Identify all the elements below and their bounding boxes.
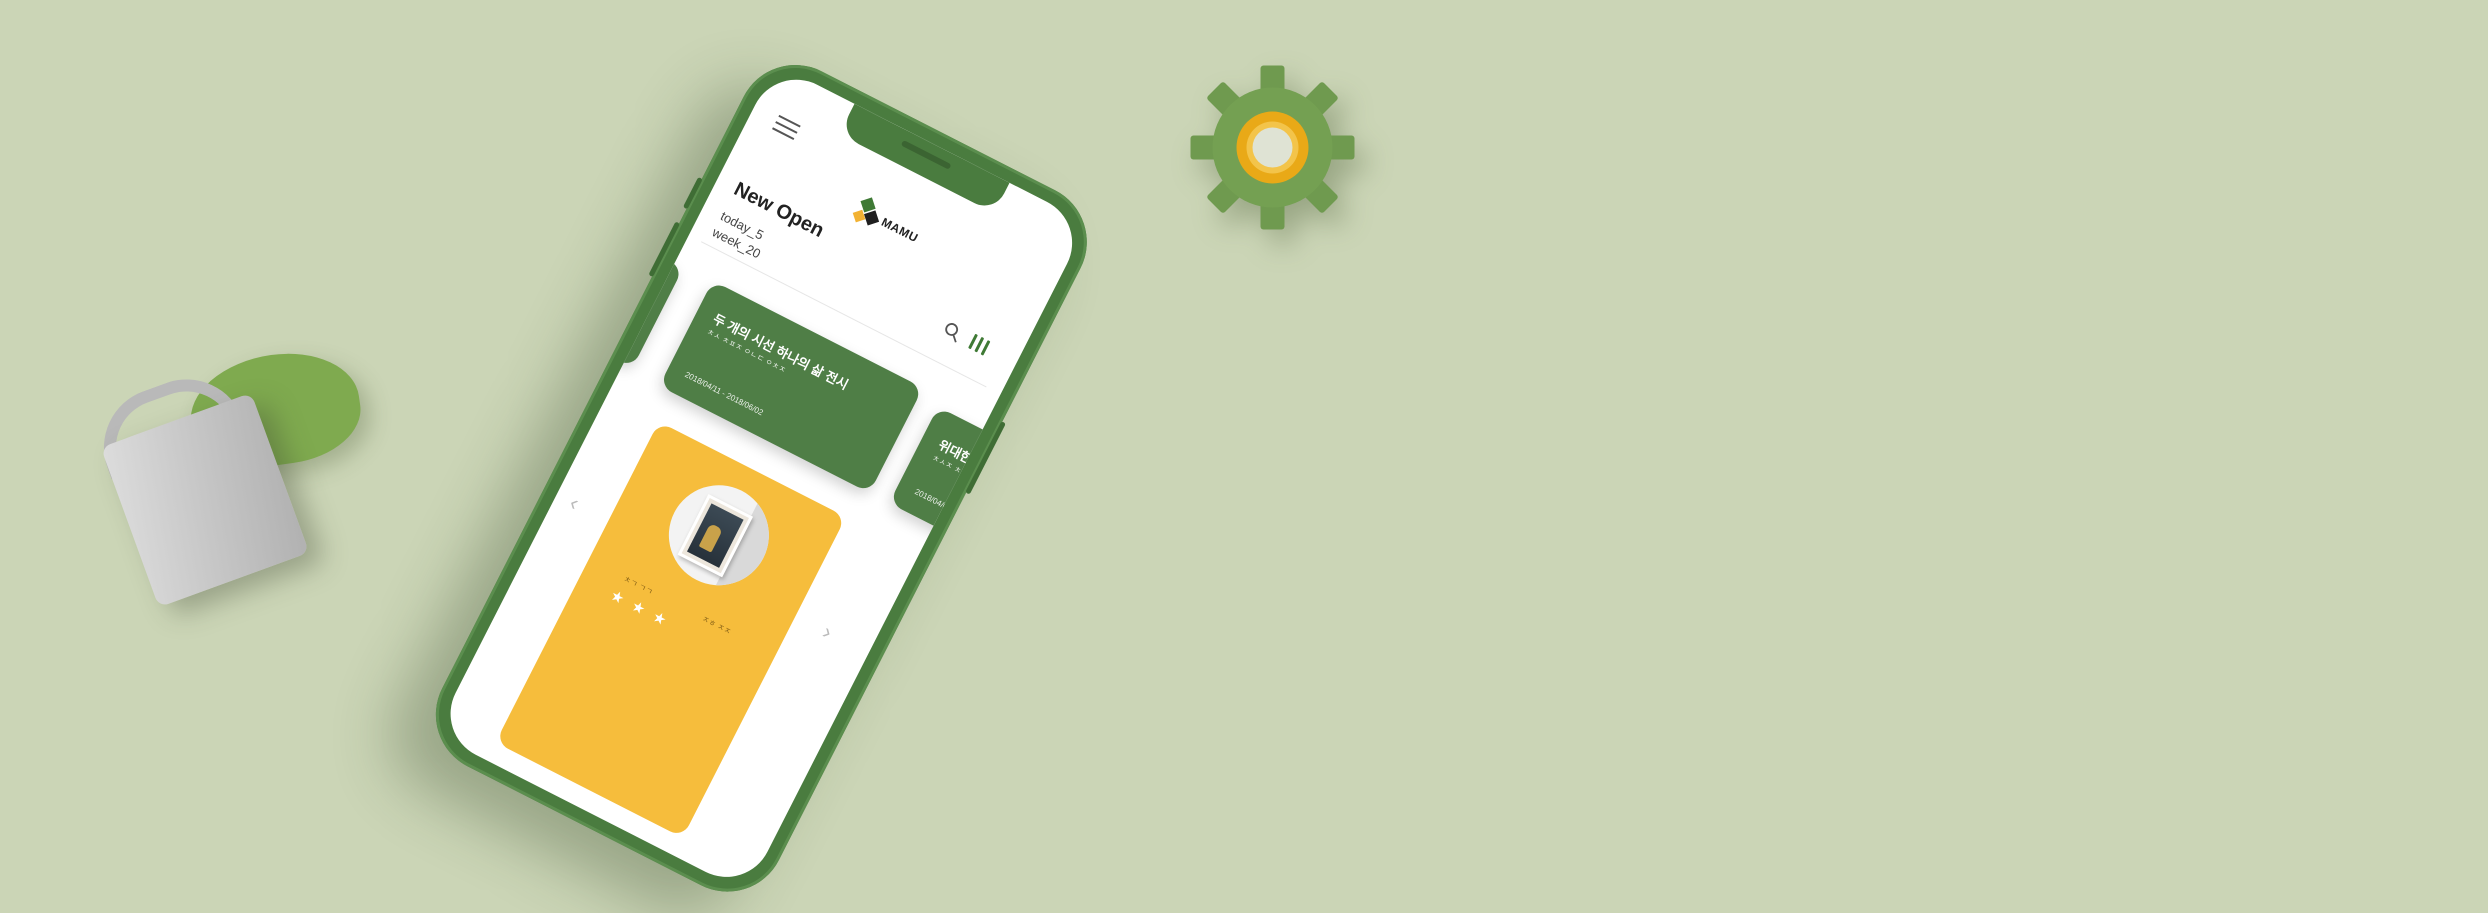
phone-mockup: MAMU New Open today_5 week_20 두 개의 시선 하나… — [415, 45, 1107, 912]
app-screen: MAMU New Open today_5 week_20 두 개의 시선 하나… — [434, 63, 1088, 893]
hamburger-menu-icon[interactable] — [771, 114, 801, 142]
mockup-scene: MAMU New Open today_5 week_20 두 개의 시선 하나… — [0, 0, 2488, 912]
artwork-thumbnail — [651, 467, 787, 603]
gear-icon — [1190, 65, 1355, 230]
card-date: 2018/04/11 - 2018/06/02 — [683, 369, 765, 418]
featured-side-text: ㅈㅎ ㅈㅈ — [700, 614, 733, 637]
chevron-left-icon[interactable]: ‹ — [565, 490, 584, 516]
card-title: 두 개의 시선 하나의 삶 전시 — [710, 311, 851, 393]
search-icon[interactable] — [940, 320, 964, 344]
logo-text: MAMU — [879, 214, 921, 246]
bucket-prop — [87, 343, 385, 608]
app-logo[interactable]: MAMU — [852, 193, 948, 264]
chevron-right-icon[interactable]: › — [818, 619, 837, 645]
filter-bars-icon[interactable] — [967, 333, 993, 359]
